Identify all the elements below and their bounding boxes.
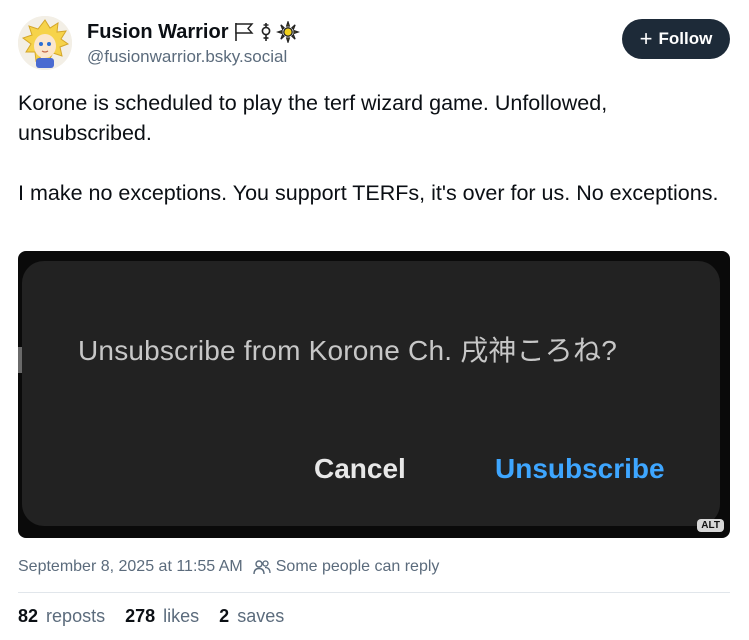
dialog-title: Unsubscribe from Korone Ch. 戌神ころね? (78, 335, 617, 366)
reply-settings[interactable]: Some people can reply (253, 558, 440, 576)
alt-badge[interactable]: ALT (697, 519, 724, 532)
dialog-unsubscribe-text: Unsubscribe (495, 453, 665, 484)
likes-stat[interactable]: 278 likes (125, 606, 199, 627)
saves-label: saves (237, 606, 285, 626)
display-name-text: Fusion Warrior (87, 21, 229, 43)
reply-settings-label: Some people can reply (275, 558, 440, 575)
post-paragraph: Korone is scheduled to play the terf wiz… (18, 91, 608, 145)
likes-count: 278 (125, 606, 156, 626)
author-display-name[interactable]: Fusion Warrior (87, 20, 301, 44)
dialog-cancel-text: Cancel (314, 453, 406, 484)
author-names: Fusion Warrior @fusionwarrior.bsky.socia… (87, 20, 301, 67)
follow-label: Follow (658, 29, 713, 48)
post-header: Fusion Warrior @fusionwarrior.bsky.socia… (18, 14, 730, 74)
sun-icon (276, 21, 301, 43)
author-handle[interactable]: @fusionwarrior.bsky.social (87, 47, 300, 67)
saves-count: 2 (219, 606, 230, 626)
reposts-label: reposts (46, 606, 106, 626)
avatar[interactable] (18, 16, 72, 70)
follow-button[interactable]: + Follow (622, 19, 730, 59)
divider (18, 592, 730, 593)
screenshot-dialog: Unsubscribe from Korone Ch. 戌神ころね? Cance… (22, 261, 720, 526)
post-stats: 82 reposts 278 likes 2 saves (18, 606, 284, 627)
reposts-count: 82 (18, 606, 39, 626)
post-timestamp[interactable]: September 8, 2025 at 11:55 AM (18, 558, 243, 576)
post-image[interactable]: Unsubscribe from Korone Ch. 戌神ころね? Cance… (18, 251, 730, 538)
people-icon (253, 560, 271, 575)
saves-stat[interactable]: 2 saves (219, 606, 284, 627)
name-emojis (234, 21, 301, 43)
transgender-symbol-icon (262, 23, 271, 41)
plus-icon: + (639, 26, 653, 51)
flag-icon (235, 23, 255, 41)
post-paragraph: I make no exceptions. You support TERFs,… (18, 181, 719, 205)
post-meta: September 8, 2025 at 11:55 AM Some peopl… (18, 558, 439, 576)
likes-label: likes (163, 606, 200, 626)
avatar-image (18, 16, 72, 70)
post-text: Korone is scheduled to play the terf wiz… (18, 88, 730, 238)
reposts-stat[interactable]: 82 reposts (18, 606, 105, 627)
